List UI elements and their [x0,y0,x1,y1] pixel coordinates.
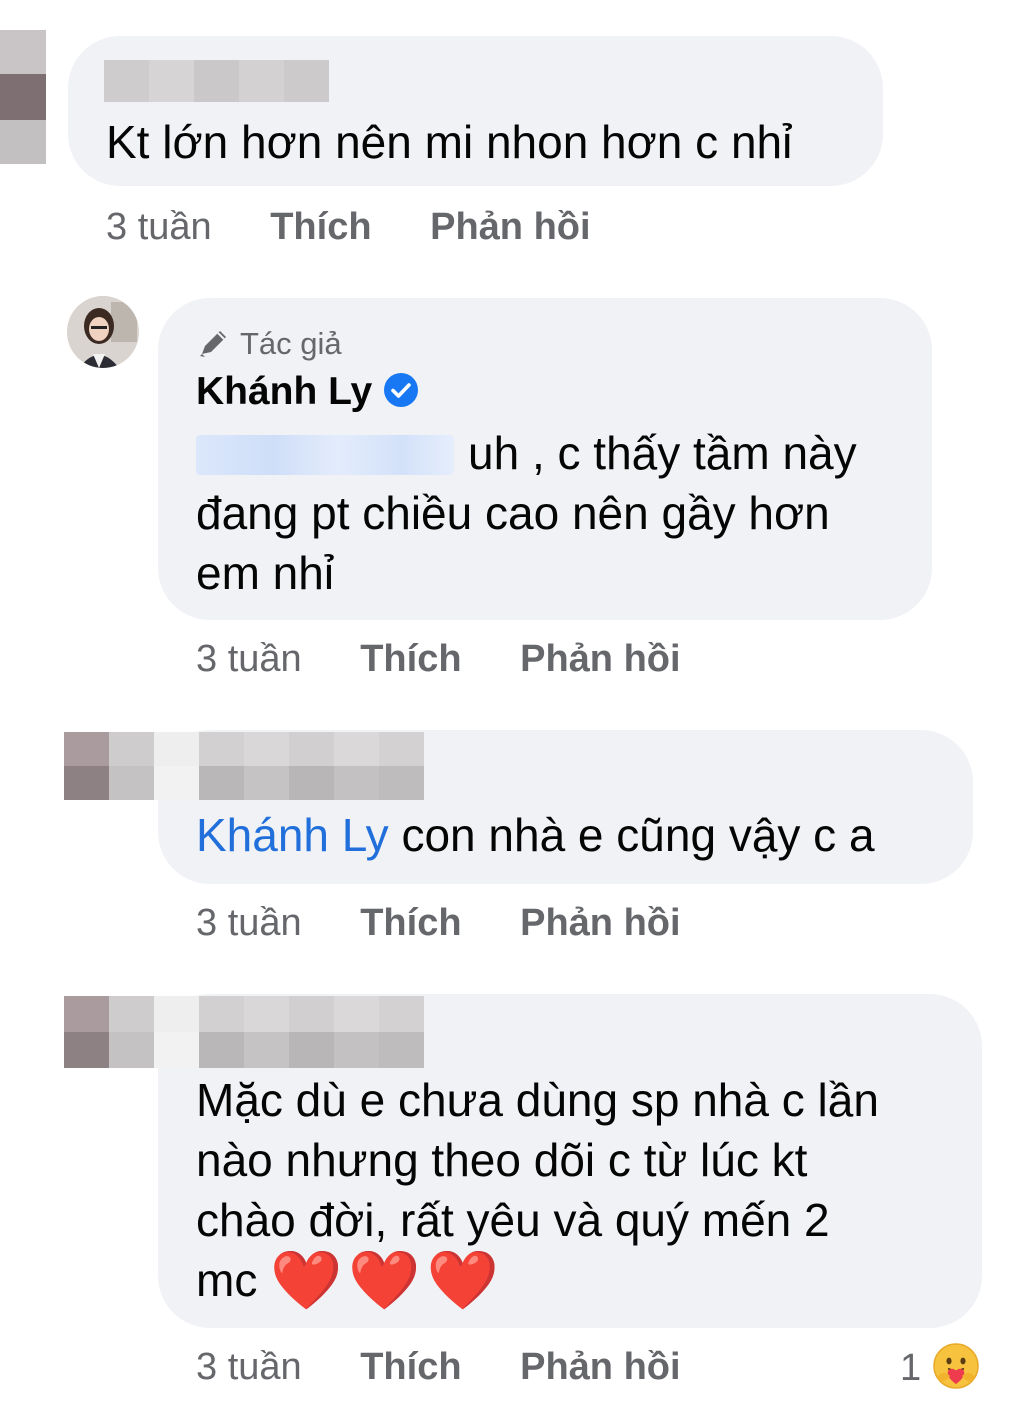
comment-actions: 3 tuần Thích Phản hồi [196,638,681,681]
comment-time[interactable]: 3 tuần [106,206,212,248]
comment-text: uh , c thấy tầm này đang pt chiều cao nê… [196,423,857,603]
author-name-blurred[interactable] [154,996,424,1068]
like-button[interactable]: Thích [360,1346,461,1388]
reaction-count: 1 [900,1347,922,1389]
avatar-blurred[interactable] [64,732,154,800]
like-button[interactable]: Thích [360,638,461,680]
reply-button[interactable]: Phản hồi [520,638,680,680]
comment-time[interactable]: 3 tuần [196,902,302,944]
comment-line-4: mc ❤️❤️❤️ [196,1248,505,1313]
author-badge-label: Tác giả [240,326,342,361]
reply-button[interactable]: Phản hồi [520,1346,680,1388]
comment-line-1: uh , c thấy tầm này [196,423,857,483]
comment-actions: 3 tuần Thích Phản hồi [196,902,681,945]
comment-bubble: Kt lớn hơn nên mi nhon hơn c nhỉ [68,36,883,186]
verified-badge-icon [383,372,419,413]
comment-line-3: chào đời, rất yêu và quý mến 2 [196,1194,830,1246]
author-name-blurred[interactable] [104,60,329,102]
like-button[interactable]: Thích [270,206,371,248]
avatar-blurred[interactable] [0,30,46,164]
author-name[interactable]: Khánh Ly [196,370,372,413]
comment-actions: 3 tuần Thích Phản hồi [106,206,591,249]
avatar-photo [67,296,139,368]
comment-body: con nhà e cũng vậy c a [401,809,875,861]
author-badge: Tác giả [196,324,342,368]
care-emoji-icon [930,1340,982,1397]
author-name-blurred[interactable] [154,732,424,800]
heart-emoji-icon: ❤️❤️❤️ [270,1248,505,1313]
avatar-blurred[interactable] [64,996,154,1068]
mention-link[interactable]: Khánh Ly [196,809,389,861]
like-button[interactable]: Thích [360,902,461,944]
comment-line-3: em nhỉ [196,547,335,599]
comment-line-1: Mặc dù e chưa dùng sp nhà c lần [196,1074,879,1126]
comment-time[interactable]: 3 tuần [196,1346,302,1388]
comment-text: Kt lớn hơn nên mi nhon hơn c nhỉ [106,116,793,168]
comment-time[interactable]: 3 tuần [196,638,302,680]
comment-actions: 3 tuần Thích Phản hồi [196,1346,681,1389]
comment-text: Khánh Ly con nhà e cũng vậy c a [196,805,875,865]
comment-line-2: đang pt chiều cao nên gầy hơn [196,487,830,539]
reply-button[interactable]: Phản hồi [520,902,680,944]
reaction-summary[interactable]: 1 [900,1340,982,1397]
comment-bubble-author: Tác giả Khánh Ly uh , c thấy tầm này đan… [158,298,932,620]
avatar[interactable] [67,296,139,368]
author-name-row: Khánh Ly [196,370,419,414]
pen-icon [196,324,232,368]
mention-blurred[interactable] [196,435,454,475]
comment-text: Mặc dù e chưa dùng sp nhà c lần nào nhưn… [196,1070,879,1311]
comment-line-2: nào nhưng theo dõi c từ lúc kt [196,1134,808,1186]
reply-button[interactable]: Phản hồi [430,206,590,248]
